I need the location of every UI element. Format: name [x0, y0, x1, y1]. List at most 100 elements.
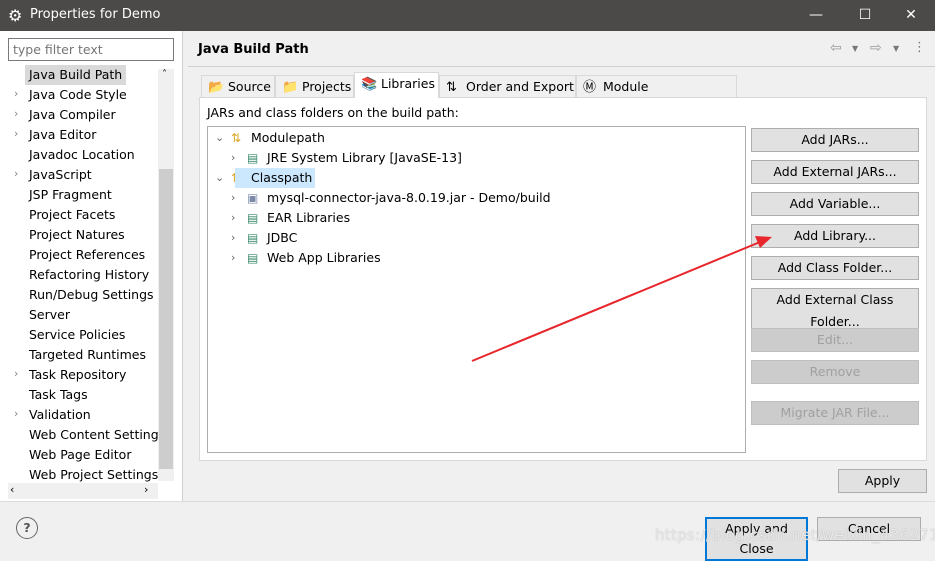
nav-item[interactable]: Java Build Path [0, 65, 158, 85]
minimize-button[interactable]: — [796, 4, 836, 26]
tab-projects[interactable]: 📁 Projects [275, 75, 354, 97]
scrollbar-thumb[interactable] [159, 169, 173, 469]
chevron-right-icon[interactable]: › [14, 407, 18, 420]
nav-item-label: Web Page Editor [29, 447, 132, 462]
nav-item[interactable]: Targeted Runtimes [0, 345, 158, 365]
nav-item[interactable]: Web Content Settings [0, 425, 165, 445]
remove-button[interactable]: Remove [751, 360, 919, 384]
maximize-button[interactable]: ☐ [845, 4, 885, 26]
nav-item-label: Project Natures [29, 227, 125, 242]
chevron-right-icon[interactable]: › [14, 167, 18, 180]
tab-label: Libraries [381, 76, 435, 91]
nav-item[interactable]: Javadoc Location [0, 145, 158, 165]
chevron-right-icon[interactable]: › [231, 228, 235, 248]
tab-icon: 📚 [361, 77, 378, 92]
tree-item-label: Web App Libraries [267, 250, 381, 265]
nav-item[interactable]: › Java Code Style [0, 85, 158, 105]
tree-item-label: mysql-connector-java-8.0.19.jar - Demo/b… [267, 190, 551, 205]
add-variable-button[interactable]: Add Variable... [751, 192, 919, 216]
chevron-right-icon[interactable]: › [14, 127, 18, 140]
tab-label: Source [228, 79, 271, 94]
close-button[interactable]: ✕ [891, 4, 931, 26]
library-icon: ▤ [247, 251, 259, 265]
nav-item-label: Targeted Runtimes [29, 347, 146, 362]
add-jars-button[interactable]: Add JARs... [751, 128, 919, 152]
nav-item-label: Javadoc Location [29, 147, 135, 162]
eclipse-gear-icon: ⚙ [8, 6, 23, 25]
tab-module-dependencies[interactable]: ⓂModule Dependencies [576, 75, 737, 115]
tab-source[interactable]: 📂 Source [201, 75, 275, 97]
back-icon[interactable]: ⇦ [830, 40, 842, 56]
nav-item[interactable]: Web Project Settings [0, 465, 158, 485]
chevron-right-icon[interactable]: › [14, 367, 18, 380]
tab-icon: ⇅ [446, 80, 457, 95]
menu-icon[interactable]: ⋮ [913, 40, 926, 55]
build-path-tree[interactable]: ⌄ ⇅ Modulepath › ▤ JRE System Library [JavaSE… [207, 126, 746, 453]
apply-button[interactable]: Apply [838, 469, 927, 493]
chevron-right-icon[interactable]: › [231, 188, 235, 208]
filter-input[interactable] [8, 38, 174, 61]
nav-item-label: Web Content Settings [29, 427, 166, 442]
nav-item[interactable]: › Java Editor [0, 125, 158, 145]
add-class-folder-button[interactable]: Add Class Folder... [751, 256, 919, 280]
back-dropdown-icon[interactable]: ▼ [852, 44, 858, 53]
tree-item-label: EAR Libraries [267, 210, 351, 225]
build-path-description: JARs and class folders on the build path… [207, 105, 459, 120]
nav-item-label: Project Facets [29, 207, 116, 222]
nav-item[interactable]: › Validation [0, 405, 158, 425]
chevron-right-icon[interactable]: › [14, 107, 18, 120]
nav-item-label: Service Policies [29, 327, 126, 342]
nav-item-label: Refactoring History [29, 267, 150, 282]
help-icon[interactable]: ? [16, 517, 38, 539]
nav-item-label: Java Compiler [29, 107, 116, 122]
chevron-down-icon[interactable]: ⌄ [215, 128, 224, 148]
nav-item[interactable]: Service Policies [0, 325, 158, 345]
nav-item-label: Web Project Settings [29, 467, 159, 482]
watermark: https://blog.csdn.net/weixin_43627118 [655, 526, 935, 544]
tab-libraries[interactable]: 📚 Libraries [354, 72, 439, 98]
add-library-button[interactable]: Add Library... [751, 224, 919, 248]
horizontal-scrollbar[interactable]: ‹ › [8, 483, 158, 499]
chevron-right-icon[interactable]: › [231, 208, 235, 228]
migrate-jar-button[interactable]: Migrate JAR File... [751, 401, 919, 425]
nav-item[interactable]: Project Facets [0, 205, 158, 225]
add-external-jars-button[interactable]: Add External JARs... [751, 160, 919, 184]
nav-item[interactable]: Run/Debug Settings [0, 285, 158, 305]
library-icon: ▤ [247, 211, 259, 225]
title-bar: ⚙ Properties for Demo — ☐ ✕ [0, 0, 935, 31]
edit-button[interactable]: Edit... [751, 328, 919, 352]
nav-item-label: JavaScript [29, 167, 92, 182]
nav-item[interactable]: Project References [0, 245, 158, 265]
nav-item-label: Task Repository [29, 367, 127, 382]
nav-item[interactable]: Refactoring History [0, 265, 158, 285]
nav-item-label: Server [29, 307, 70, 322]
nav-item[interactable]: JSP Fragment [0, 185, 158, 205]
chevron-down-icon[interactable]: ⌄ [215, 168, 224, 188]
chevron-right-icon[interactable]: › [231, 248, 235, 268]
tab-icon: 📁 [282, 80, 299, 95]
page-title: Java Build Path [198, 42, 309, 57]
jar-icon: ▣ [247, 191, 259, 205]
nav-item[interactable]: Server [0, 305, 158, 325]
nav-item-label: Task Tags [29, 387, 88, 402]
tab-icon: 📂 [208, 80, 225, 95]
nav-item[interactable]: › Java Compiler [0, 105, 158, 125]
tab-label: Order and Export [466, 79, 574, 94]
nav-item[interactable]: › Task Repository [0, 365, 158, 385]
chevron-right-icon[interactable]: › [231, 148, 235, 168]
tree-item-label: JRE System Library [JavaSE-13] [267, 150, 462, 165]
tab-order-and-export[interactable]: ⇅ Order and Export [439, 75, 576, 97]
nav-item[interactable]: Project Natures [0, 225, 158, 245]
nav-item[interactable]: › JavaScript [0, 165, 158, 185]
forward-dropdown-icon[interactable]: ▼ [893, 44, 899, 53]
library-icon: ▤ [247, 231, 259, 245]
nav-item-label: Java Editor [29, 127, 97, 142]
nav-item-label: Project References [29, 247, 146, 262]
chevron-right-icon[interactable]: › [14, 87, 18, 100]
tree-item-label: Classpath [235, 168, 316, 188]
library-icon: ▤ [247, 151, 259, 165]
tab-label: Projects [302, 79, 352, 94]
forward-icon[interactable]: ⇨ [870, 40, 882, 56]
nav-item[interactable]: Task Tags [0, 385, 158, 405]
nav-item[interactable]: Web Page Editor [0, 445, 158, 465]
